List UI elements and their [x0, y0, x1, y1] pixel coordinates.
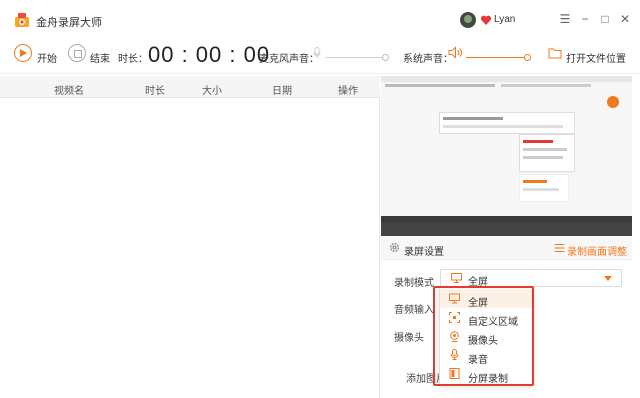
preview-screen	[381, 76, 632, 216]
video-list[interactable]	[0, 98, 380, 398]
menu-icon[interactable]: ☰	[556, 10, 574, 28]
highlight-box	[433, 286, 534, 386]
system-volume-slider[interactable]	[466, 57, 526, 58]
microphone-icon[interactable]	[313, 47, 321, 59]
minimize-button[interactable]: −	[576, 10, 594, 28]
col-duration[interactable]: 时长	[135, 82, 175, 97]
start-label[interactable]: 开始	[37, 50, 57, 65]
col-date[interactable]: 日期	[262, 82, 302, 97]
mic-volume-slider[interactable]	[326, 57, 384, 58]
chevron-down-icon[interactable]	[604, 276, 612, 281]
stop-record-button[interactable]	[68, 44, 86, 62]
maximize-button[interactable]: □	[596, 10, 614, 28]
col-size[interactable]: 大小	[192, 82, 232, 97]
preview-taskbar	[381, 222, 632, 236]
system-volume-knob[interactable]	[524, 54, 531, 61]
screen-preview	[381, 76, 632, 236]
col-actions[interactable]: 操作	[328, 82, 368, 97]
duration-label: 时长：	[118, 54, 148, 65]
start-record-button[interactable]	[14, 44, 32, 62]
mic-volume-knob[interactable]	[382, 54, 389, 61]
close-button[interactable]: ✕	[616, 10, 634, 28]
settings-title: 录屏设置	[404, 247, 444, 258]
folder-icon[interactable]	[548, 47, 562, 59]
adjust-recording-link[interactable]: 录制画面调整	[567, 243, 627, 258]
record-timer: 00 : 00 : 00	[148, 42, 271, 67]
audio-input-label: 音频输入	[394, 305, 434, 316]
avatar[interactable]	[460, 12, 476, 28]
monitor-icon	[451, 273, 462, 283]
heart-icon	[480, 15, 492, 25]
open-folder-button[interactable]: 打开文件位置	[566, 50, 626, 65]
col-video-name[interactable]: 视频名	[49, 82, 89, 97]
speaker-icon[interactable]	[448, 46, 462, 59]
user-name[interactable]: Lyan	[494, 14, 515, 25]
adjust-icon[interactable]	[554, 243, 565, 253]
mode-label: 录制模式	[394, 278, 434, 289]
app-logo-icon	[15, 13, 29, 27]
camera-label: 摄像头	[394, 333, 424, 344]
app-title: 金舟录屏大师	[36, 17, 102, 29]
gear-icon	[390, 243, 399, 252]
mic-volume-label: 麦克风声音：	[259, 54, 319, 65]
stop-label[interactable]: 结束	[90, 50, 110, 65]
system-volume-label: 系统声音：	[403, 54, 453, 65]
